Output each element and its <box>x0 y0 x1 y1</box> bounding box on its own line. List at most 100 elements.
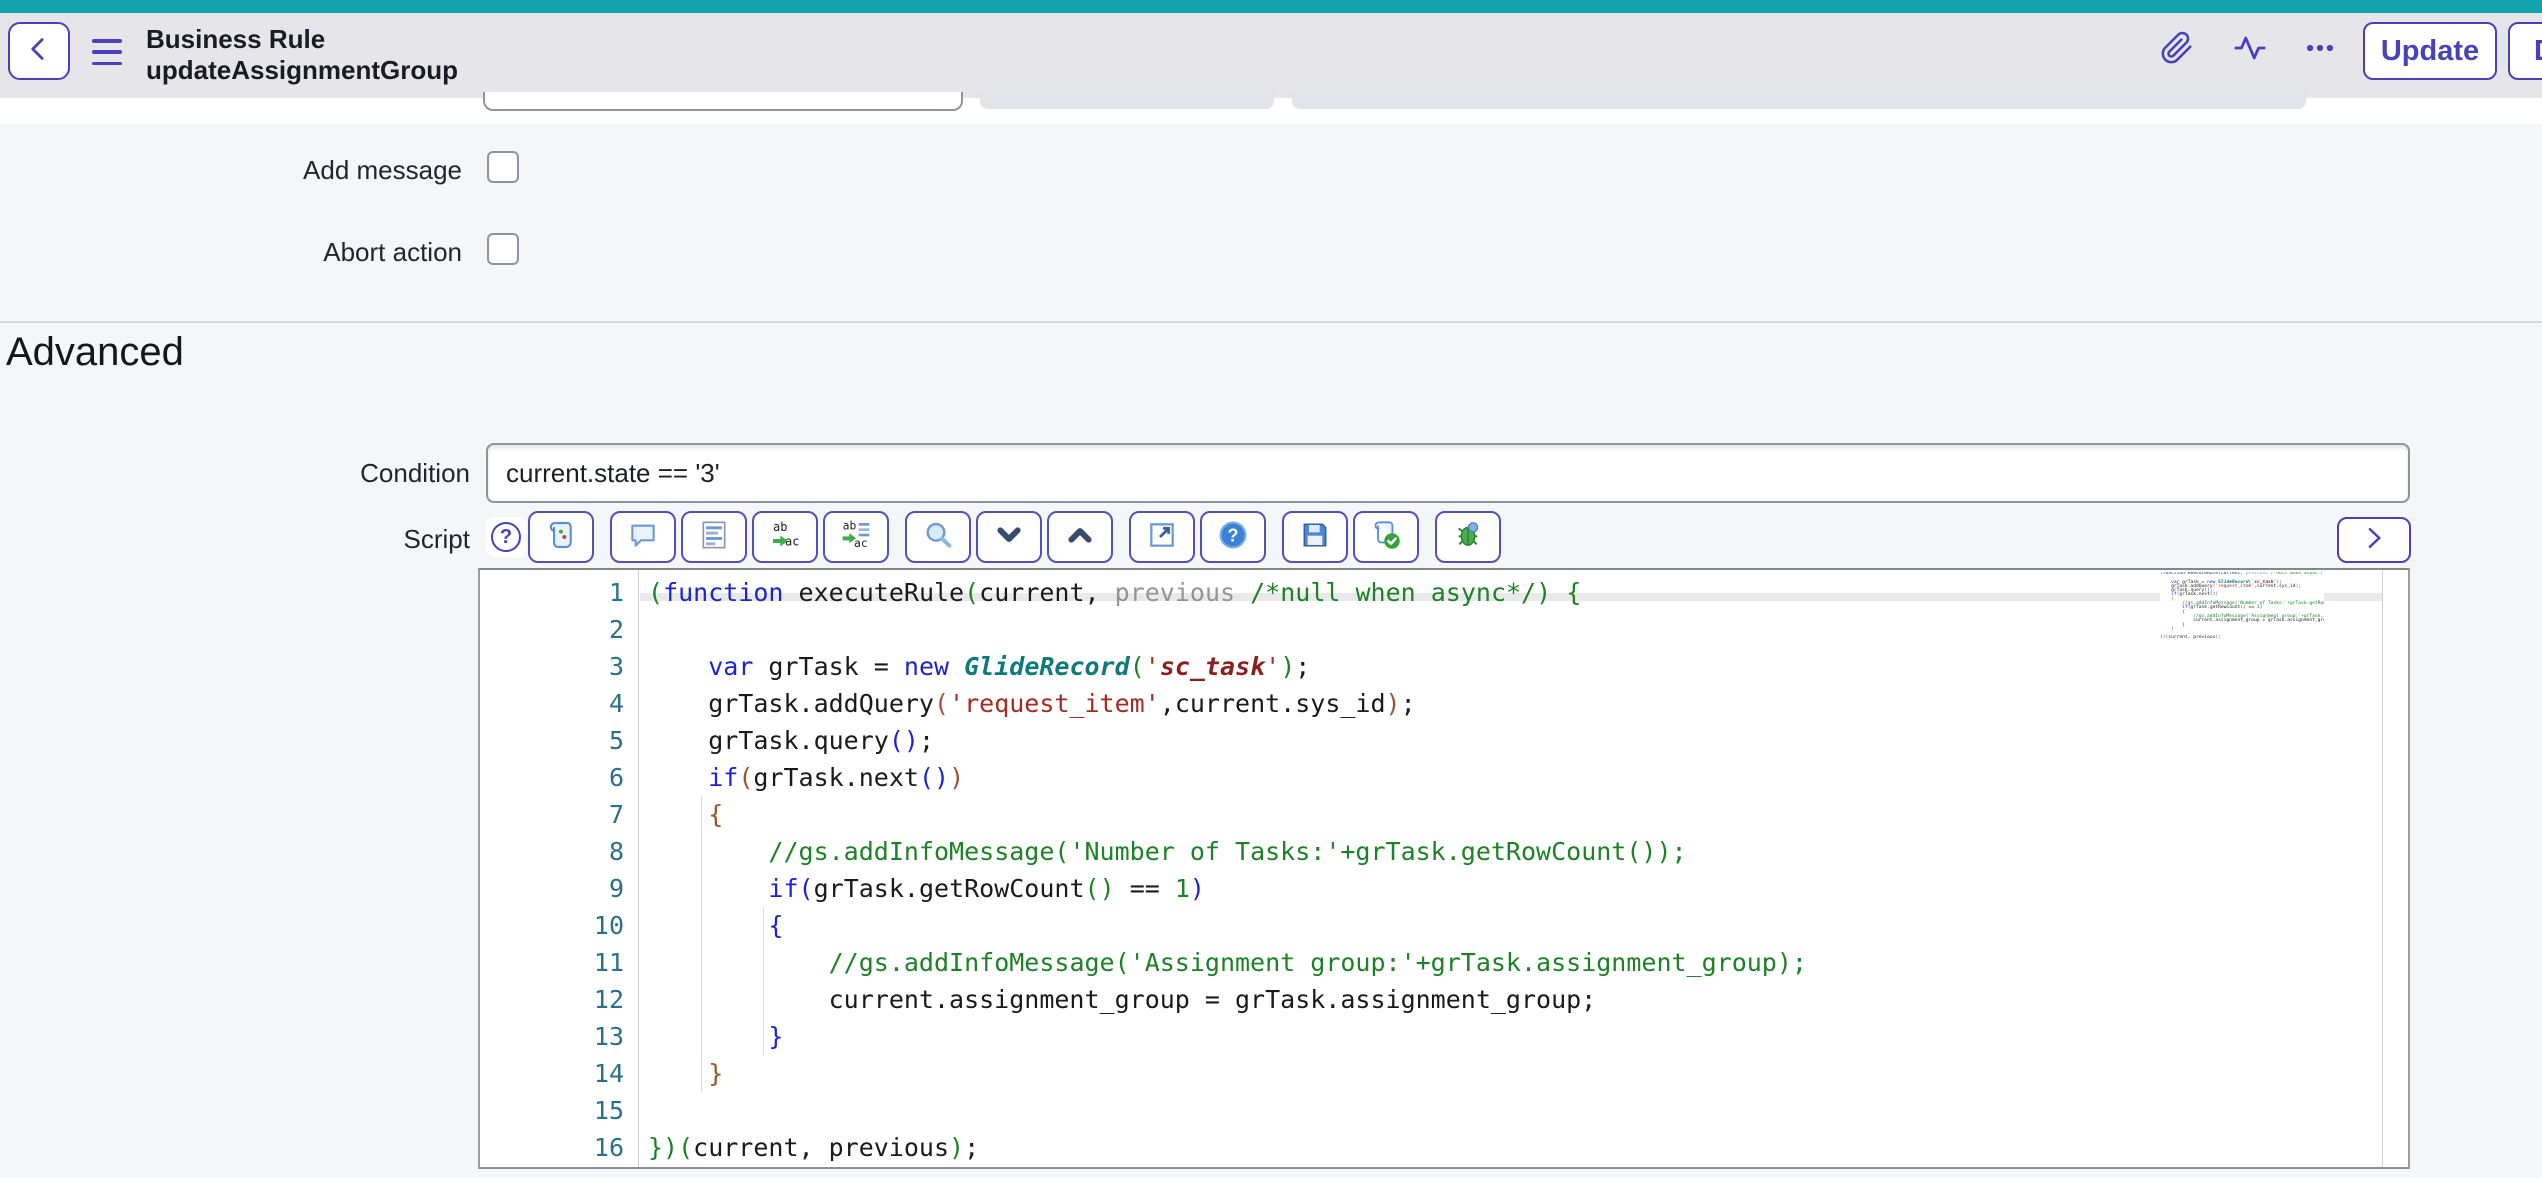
editor-help-icon: ? <box>1217 519 1249 556</box>
code-line: grTask.addQuery('request_item',current.s… <box>648 685 2408 722</box>
section-divider <box>0 321 2542 323</box>
ellipsis-icon <box>2303 31 2337 70</box>
record-type: Business Rule <box>146 24 458 55</box>
advanced-section-heading: Advanced <box>6 330 184 375</box>
line-number: 7 <box>480 796 638 833</box>
line-number: 9 <box>480 870 638 907</box>
abort-action-checkbox[interactable] <box>487 233 519 265</box>
editor-help-button[interactable]: ? <box>1200 511 1266 563</box>
svg-text:ab: ab <box>843 519 857 533</box>
line-number: 3 <box>480 648 638 685</box>
format-code-icon <box>698 519 730 556</box>
condition-value: current.state == '3' <box>506 458 720 489</box>
syntax-check-button[interactable] <box>1353 511 1419 563</box>
line-number: 14 <box>480 1055 638 1092</box>
code-line: if(grTask.getRowCount() == 1) <box>648 870 2408 907</box>
replace-icon: abac <box>769 519 801 556</box>
top-accent-bar <box>0 0 2542 13</box>
find-previous-button[interactable] <box>1047 511 1113 563</box>
minimap-line: })(current, previous); <box>2160 636 2324 640</box>
debug-icon <box>1452 519 1484 556</box>
code-line: (function executeRule(current, previous … <box>648 574 2408 611</box>
code-line: var grTask = new GlideRecord('sc_task'); <box>648 648 2408 685</box>
open-in-window-icon <box>1146 519 1178 556</box>
script-editor[interactable]: 12345678910111213141516 (function execut… <box>478 568 2410 1169</box>
expand-script-button[interactable] <box>2337 517 2411 563</box>
record-name: updateAssignmentGroup <box>146 55 458 86</box>
context-menu-icon[interactable] <box>92 39 122 65</box>
search-icon <box>922 519 954 556</box>
delete-button-partial[interactable]: D <box>2508 22 2542 80</box>
search-button[interactable] <box>905 511 971 563</box>
syntax-editor-toggle-button[interactable] <box>528 511 594 563</box>
more-options-button[interactable] <box>2302 32 2338 68</box>
line-number: 15 <box>480 1092 638 1129</box>
editor-code-area[interactable]: (function executeRule(current, previous … <box>640 570 2408 1166</box>
cutoff-input-bottom <box>483 92 963 111</box>
line-number: 5 <box>480 722 638 759</box>
line-number: 4 <box>480 685 638 722</box>
find-next-button[interactable] <box>976 511 1042 563</box>
toolbar-group <box>1435 511 1501 563</box>
line-number: 1 <box>480 574 638 611</box>
line-number: 11 <box>480 944 638 981</box>
line-number: 16 <box>480 1129 638 1166</box>
svg-text:ac: ac <box>854 536 868 550</box>
syntax-editor-toggle-icon <box>545 519 577 556</box>
svg-text:ab: ab <box>773 520 787 534</box>
line-number: 12 <box>480 981 638 1018</box>
editor-gutter: 12345678910111213141516 <box>480 570 639 1167</box>
replace-button[interactable]: abac <box>752 511 818 563</box>
add-message-checkbox[interactable] <box>487 151 519 183</box>
debug-button[interactable] <box>1435 511 1501 563</box>
back-chevron-icon <box>24 34 54 69</box>
chevron-right-icon <box>2360 524 2388 557</box>
replace-all-icon: ab ac <box>840 519 872 556</box>
update-button[interactable]: Update <box>2363 22 2497 80</box>
activity-pulse-icon <box>2233 31 2267 70</box>
code-line: { <box>648 796 2408 833</box>
back-button[interactable] <box>8 22 70 80</box>
script-editor-toolbar: abacabac? <box>528 511 1501 563</box>
header-bar: Business Rule updateAssignmentGroup Upda… <box>0 13 2542 99</box>
line-number: 2 <box>480 611 638 648</box>
code-line: current.assignment_group = grTask.assign… <box>648 981 2408 1018</box>
line-number: 8 <box>480 833 638 870</box>
script-label: Script <box>150 524 470 555</box>
code-line: //gs.addInfoMessage('Number of Tasks:'+g… <box>648 833 2408 870</box>
open-in-window-button[interactable] <box>1129 511 1195 563</box>
replace-all-button[interactable]: ab ac <box>823 511 889 563</box>
code-line: })(current, previous); <box>648 1129 2408 1166</box>
save-script-button[interactable] <box>1282 511 1348 563</box>
toolbar-group: ? <box>1129 511 1266 563</box>
condition-label: Condition <box>150 458 470 489</box>
svg-text:ac: ac <box>785 534 799 548</box>
save-script-icon <box>1299 519 1331 556</box>
code-line: grTask.query(); <box>648 722 2408 759</box>
toolbar-group <box>528 511 594 563</box>
line-number: 10 <box>480 907 638 944</box>
editor-scrollbar-track[interactable] <box>2382 570 2383 1167</box>
paperclip-icon <box>2160 31 2194 70</box>
attachment-button[interactable] <box>2159 32 2195 68</box>
script-help-button[interactable]: ? <box>486 517 526 557</box>
business-rule-page: Business Rule updateAssignmentGroup Upda… <box>0 0 2542 1178</box>
toolbar-group <box>905 511 1113 563</box>
code-line: } <box>648 1055 2408 1092</box>
code-line: //gs.addInfoMessage('Assignment group:'+… <box>648 944 2408 981</box>
code-line: if(grTask.next()) <box>648 759 2408 796</box>
find-next-icon <box>993 519 1025 556</box>
format-code-button[interactable] <box>681 511 747 563</box>
toggle-comment-button[interactable] <box>610 511 676 563</box>
activity-button[interactable] <box>2232 32 2268 68</box>
line-number: 6 <box>480 759 638 796</box>
question-circle-icon: ? <box>491 522 521 552</box>
toggle-comment-icon <box>627 519 659 556</box>
cutoff-field-bottom <box>980 92 1274 109</box>
code-line <box>648 1092 2408 1129</box>
cutoff-field-bottom-2 <box>1292 92 2306 109</box>
code-line: } <box>648 1018 2408 1055</box>
page-title: Business Rule updateAssignmentGroup <box>146 24 458 86</box>
code-line <box>648 611 2408 648</box>
condition-input[interactable]: current.state == '3' <box>486 443 2410 503</box>
